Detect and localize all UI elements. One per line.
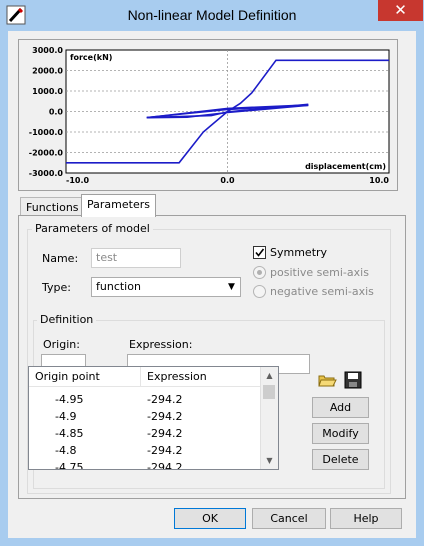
type-label: Type: xyxy=(42,281,71,294)
table-header: Origin point Expression xyxy=(29,367,262,387)
symmetry-label: Symmetry xyxy=(270,246,328,259)
y-tick-label: -1000.0 xyxy=(29,128,64,137)
open-folder-icon[interactable] xyxy=(317,370,337,390)
close-icon: ✕ xyxy=(394,1,407,19)
table-row[interactable]: -4.8 -294.2 xyxy=(29,443,262,459)
cancel-button[interactable]: Cancel xyxy=(252,508,326,529)
ok-button[interactable]: OK xyxy=(174,508,246,529)
help-button[interactable]: Help xyxy=(330,508,402,529)
type-select[interactable]: function ▼ xyxy=(91,277,241,297)
save-disk-icon[interactable] xyxy=(343,370,363,390)
cell-expression: -294.2 xyxy=(147,427,183,440)
scroll-up-arrow-icon[interactable]: ▲ xyxy=(261,367,278,384)
table-scrollbar[interactable]: ▲ ▼ xyxy=(260,367,278,469)
y-tick-label: 1000.0 xyxy=(32,87,63,96)
x-tick-label: 0.0 xyxy=(220,176,235,185)
dialog-client: 3000.0 2000.0 1000.0 0.0 -1000.0 -2000.0 -3000… xyxy=(8,31,416,538)
cell-origin: -4.95 xyxy=(55,393,84,406)
checkmark-icon xyxy=(255,248,265,257)
y-tick-label: 0.0 xyxy=(49,108,64,117)
x-tick-label: 10.0 xyxy=(369,176,389,185)
positive-semi-axis-label: positive semi-axis xyxy=(270,266,369,279)
y-tick-label: -2000.0 xyxy=(29,149,64,158)
negative-semi-axis-radio[interactable] xyxy=(253,285,266,298)
cell-expression: -294.2 xyxy=(147,461,183,470)
cell-expression: -294.2 xyxy=(147,393,183,406)
function-points-table[interactable]: Origin point Expression -4.95 -294.2 -4.… xyxy=(28,366,279,470)
close-button[interactable]: ✕ xyxy=(378,0,423,21)
chevron-down-icon: ▼ xyxy=(228,282,235,292)
tab-functions[interactable]: Functions xyxy=(20,197,85,217)
name-field[interactable]: test xyxy=(91,248,181,268)
dialog-window: Non-linear Model Definition ✕ 3000.0 2000… xyxy=(0,0,424,546)
force-displacement-chart: 3000.0 2000.0 1000.0 0.0 -1000.0 -2000.0 -3000… xyxy=(29,46,390,185)
negative-semi-axis-label: negative semi-axis xyxy=(270,285,374,298)
delete-button[interactable]: Delete xyxy=(312,449,369,470)
scroll-down-arrow-icon[interactable]: ▼ xyxy=(261,452,278,469)
cell-origin: -4.9 xyxy=(55,410,77,423)
column-expression[interactable]: Expression xyxy=(141,367,262,386)
tab-parameters[interactable]: Parameters xyxy=(81,194,156,217)
positive-semi-axis-radio[interactable] xyxy=(253,266,266,279)
y-tick-label: 2000.0 xyxy=(32,67,63,76)
table-row[interactable]: -4.9 -294.2 xyxy=(29,409,262,425)
chart-panel: 3000.0 2000.0 1000.0 0.0 -1000.0 -2000.0 -3000… xyxy=(18,39,398,191)
group-label-definition: Definition xyxy=(37,313,97,326)
cell-expression: -294.2 xyxy=(147,410,183,423)
y-tick-label: -3000.0 xyxy=(29,169,64,178)
y-tick-label: 3000.0 xyxy=(32,46,63,55)
x-tick-label: -10.0 xyxy=(66,176,89,185)
column-origin-point[interactable]: Origin point xyxy=(29,367,141,386)
cell-origin: -4.8 xyxy=(55,444,77,457)
table-row[interactable]: -4.75 -294.2 xyxy=(29,460,262,470)
add-button[interactable]: Add xyxy=(312,397,369,418)
symmetry-checkbox[interactable] xyxy=(253,246,266,259)
type-selected-value: function xyxy=(96,280,141,293)
table-row[interactable]: -4.95 -294.2 xyxy=(29,392,262,408)
table-row[interactable]: -4.85 -294.2 xyxy=(29,426,262,442)
x-axis-label: displacement(cm) xyxy=(305,162,386,171)
title-bar[interactable]: Non-linear Model Definition ✕ xyxy=(0,0,424,31)
origin-label: Origin: xyxy=(43,338,80,351)
window-title: Non-linear Model Definition xyxy=(127,7,297,23)
group-label-parameters: Parameters of model xyxy=(32,222,153,235)
cell-origin: -4.85 xyxy=(55,427,84,440)
cell-expression: -294.2 xyxy=(147,444,183,457)
name-label: Name: xyxy=(42,252,79,265)
expression-label: Expression: xyxy=(129,338,193,351)
modify-button[interactable]: Modify xyxy=(312,423,369,444)
scroll-thumb[interactable] xyxy=(263,385,275,399)
cell-origin: -4.75 xyxy=(55,461,84,470)
y-axis-label: force(kN) xyxy=(70,53,112,62)
